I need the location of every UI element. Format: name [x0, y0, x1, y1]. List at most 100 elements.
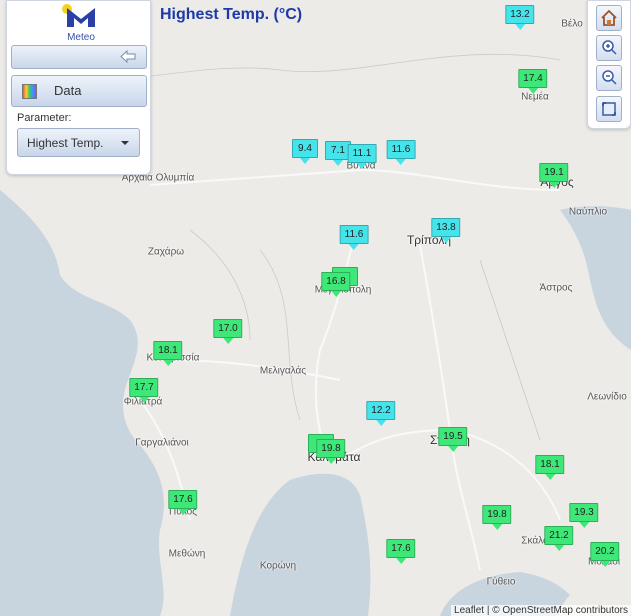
marker-pointer: [223, 338, 233, 344]
station-marker[interactable]: 11.6: [339, 225, 369, 250]
place-label: Μεθώνη: [168, 548, 206, 560]
place-label: Λεωνίδιο: [587, 391, 627, 403]
station-marker[interactable]: 19.5: [438, 427, 468, 452]
arrow-left-icon: [120, 50, 136, 63]
marker-pointer: [579, 522, 589, 528]
control-panel: Meteo Data Parameter: Highest Temp.: [6, 0, 151, 175]
zoom-out-icon: [602, 70, 617, 85]
marker-pointer: [448, 446, 458, 452]
parameter-select[interactable]: Highest Temp.: [17, 128, 140, 157]
station-marker[interactable]: 11.1: [347, 144, 377, 169]
marker-pointer: [331, 291, 341, 297]
station-value: 11.6: [386, 140, 416, 159]
station-value: 18.1: [153, 341, 183, 360]
meteo-logo-mark: [62, 4, 95, 27]
marker-pointer: [600, 561, 610, 567]
station-marker[interactable]: 17.4: [518, 69, 548, 94]
place-label: Μελιγαλάς: [259, 365, 307, 377]
station-value: 20.2: [590, 542, 620, 561]
home-button[interactable]: [596, 5, 622, 31]
station-marker[interactable]: 19.8: [316, 439, 346, 464]
station-value: 13.8: [431, 218, 461, 237]
station-value: 17.4: [518, 69, 548, 88]
station-marker[interactable]: 13.2: [505, 5, 535, 30]
place-label: Βέλο: [561, 18, 583, 30]
marker-pointer: [326, 458, 336, 464]
marker-pointer: [348, 244, 359, 250]
marker-pointer: [549, 182, 559, 188]
station-marker[interactable]: 17.6: [168, 490, 198, 515]
station-value: 17.6: [168, 490, 198, 509]
marker-pointer: [139, 397, 149, 403]
marker-pointer: [554, 545, 564, 551]
station-marker[interactable]: 17.0: [213, 319, 243, 344]
station-value: 19.5: [438, 427, 468, 446]
station-value: 19.1: [539, 163, 569, 182]
station-marker[interactable]: 17.6: [386, 539, 416, 564]
marker-pointer: [441, 237, 451, 243]
station-marker[interactable]: 12.2: [366, 401, 396, 426]
map-tools: [587, 0, 631, 129]
station-marker[interactable]: 13.8: [431, 218, 461, 243]
station-value: 11.1: [347, 144, 377, 163]
station-value: 17.7: [129, 378, 159, 397]
marker-pointer: [545, 474, 555, 480]
marker-pointer: [492, 524, 502, 530]
station-marker[interactable]: 18.1: [153, 341, 183, 366]
station-marker[interactable]: 19.1: [539, 163, 569, 188]
station-marker[interactable]: 20.2: [590, 542, 620, 567]
station-marker[interactable]: 19.3: [569, 503, 599, 528]
station-marker[interactable]: 11.6: [386, 140, 416, 165]
station-value: 21.2: [544, 526, 574, 545]
station-value: 9.4: [292, 139, 318, 158]
station-marker[interactable]: 21.2: [544, 526, 574, 551]
map-title: Highest Temp. (°C): [160, 6, 303, 23]
station-value: 11.6: [339, 225, 369, 244]
collapse-panel-button[interactable]: [11, 45, 147, 69]
full-extent-icon: [602, 102, 616, 116]
marker-pointer: [300, 158, 310, 164]
marker-pointer: [376, 420, 386, 426]
full-extent-button[interactable]: [596, 96, 622, 122]
place-label: Άστρος: [539, 282, 573, 294]
station-value: 19.3: [569, 503, 599, 522]
station-value: 18.1: [535, 455, 565, 474]
parameter-label: Parameter:: [17, 112, 72, 124]
parameter-select-value: Highest Temp.: [27, 136, 104, 150]
place-label: Γαργαλιάνοι: [135, 437, 189, 449]
station-value: 16.8: [321, 272, 351, 291]
station-marker[interactable]: 18.1: [535, 455, 565, 480]
place-label: Ζαχάρω: [147, 246, 185, 258]
marker-pointer: [163, 360, 173, 366]
chevron-down-icon: [121, 141, 129, 145]
zoom-in-icon: [602, 40, 617, 55]
palette-icon: [22, 84, 37, 99]
marker-pointer: [528, 88, 538, 94]
station-value: 19.8: [316, 439, 346, 458]
marker-pointer: [356, 163, 367, 169]
station-value: 12.2: [366, 401, 396, 420]
station-marker[interactable]: 16.8: [321, 272, 351, 297]
marker-pointer: [395, 159, 406, 165]
marker-pointer: [178, 509, 188, 515]
station-marker[interactable]: 9.4: [292, 139, 318, 164]
place-label: Κορώνη: [259, 560, 297, 572]
data-button-label: Data: [54, 83, 82, 98]
station-value: 17.0: [213, 319, 243, 338]
station-marker[interactable]: 19.8: [482, 505, 512, 530]
zoom-in-button[interactable]: [596, 35, 622, 61]
station-value: 19.8: [482, 505, 512, 524]
meteo-logo: Meteo: [59, 3, 103, 43]
station-value: 17.6: [386, 539, 416, 558]
logo-text: Meteo: [67, 32, 95, 43]
zoom-out-button[interactable]: [596, 65, 622, 91]
marker-pointer: [333, 160, 343, 166]
map-attribution[interactable]: Leaflet | © OpenStreetMap contributors: [451, 605, 631, 616]
data-button[interactable]: Data: [11, 75, 147, 107]
station-marker[interactable]: 17.7: [129, 378, 159, 403]
home-icon: [601, 9, 617, 26]
place-label: Ναύπλιο: [568, 206, 608, 218]
marker-pointer: [396, 558, 406, 564]
marker-pointer: [515, 24, 525, 30]
station-value: 13.2: [505, 5, 535, 24]
